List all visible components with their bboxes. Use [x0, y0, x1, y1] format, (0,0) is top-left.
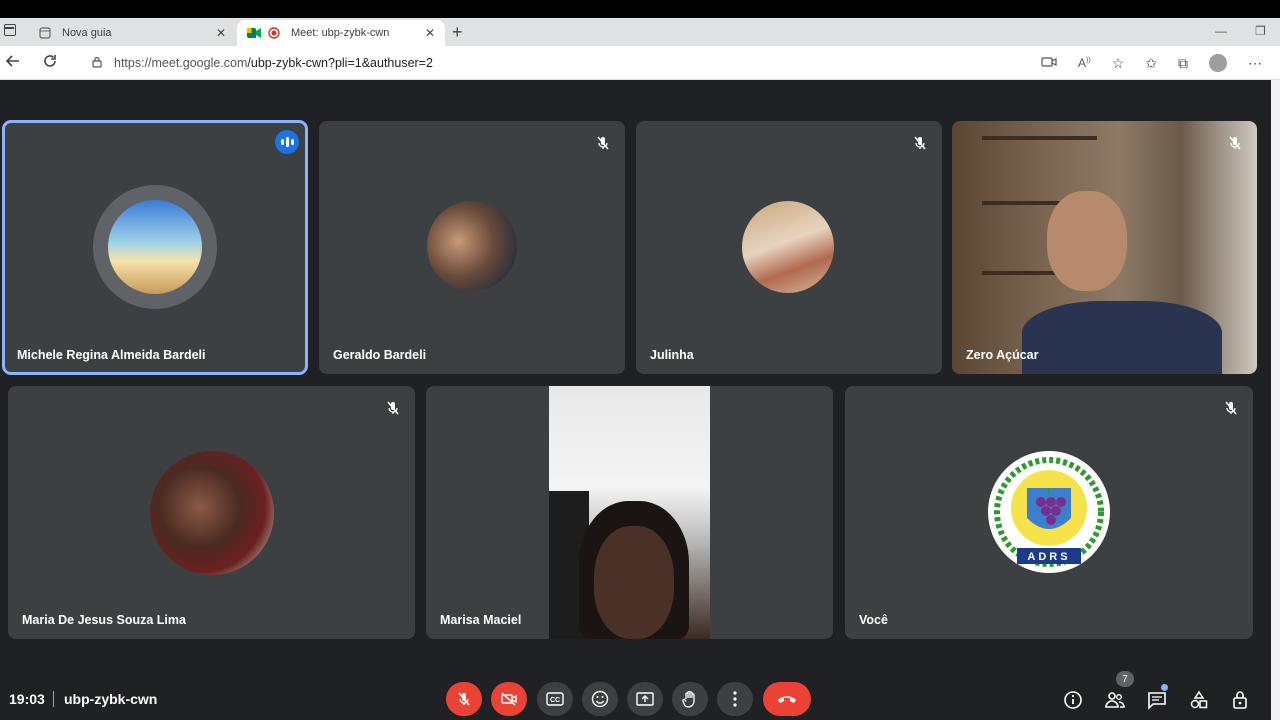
- svg-text:CC: CC: [550, 697, 560, 704]
- hand-icon: [682, 690, 695, 708]
- avatar: [150, 451, 274, 575]
- participant-name: Michele Regina Almeida Bardeli: [17, 348, 206, 362]
- participants-button[interactable]: [1104, 689, 1126, 711]
- activities-button[interactable]: [1188, 689, 1210, 711]
- minimize-icon[interactable]: —: [1215, 24, 1227, 38]
- speaking-indicator-icon: [275, 130, 299, 154]
- participant-tile[interactable]: Maria De Jesus Souza Lima: [8, 386, 415, 639]
- person-video: [1047, 191, 1127, 291]
- meet-logo-icon: [247, 26, 261, 40]
- participant-video-tile[interactable]: Marisa Maciel: [426, 386, 833, 639]
- participant-tile[interactable]: Julinha: [636, 121, 942, 374]
- present-screen-button[interactable]: [627, 682, 663, 716]
- reload-icon[interactable]: [43, 54, 57, 73]
- more-vert-icon: [733, 691, 737, 707]
- lock-icon: [92, 56, 102, 71]
- mic-off-icon: [458, 692, 470, 706]
- participant-tile[interactable]: Geraldo Bardeli: [319, 121, 625, 374]
- chat-notification-dot: [1161, 684, 1168, 691]
- tab-label: Nova guia: [62, 27, 112, 39]
- avatar: [108, 200, 202, 294]
- favorite-add-icon[interactable]: ☆: [1112, 55, 1125, 72]
- address-bar: https://meet.google.com/ubp-zybk-cwn?pli…: [0, 46, 1280, 80]
- more-menu-icon[interactable]: ⋯: [1248, 55, 1262, 72]
- url-field[interactable]: https://meet.google.com/ubp-zybk-cwn?pli…: [76, 51, 1016, 75]
- adrs-logo-avatar: ADRS: [988, 451, 1110, 573]
- avatar-ring: [93, 185, 217, 309]
- captions-icon: CC: [546, 692, 564, 706]
- close-tab-icon[interactable]: ✕: [216, 26, 226, 40]
- meeting-time: 19:03: [9, 691, 45, 707]
- chat-icon: [1148, 692, 1166, 710]
- emoji-icon: [591, 690, 609, 708]
- url-host: https://meet.google.com: [114, 56, 248, 70]
- mic-off-icon: [387, 401, 399, 415]
- svg-text:ADRS: ADRS: [1027, 551, 1070, 563]
- toolbar-icons: A)) ☆ ✩ ⧉ ⋯: [1041, 54, 1262, 72]
- more-options-button[interactable]: [717, 682, 753, 716]
- participant-tile[interactable]: Michele Regina Almeida Bardeli: [2, 120, 308, 375]
- meeting-code: ubp-zybk-cwn: [64, 691, 158, 707]
- tab-label: Meet: ubp-zybk-cwn: [291, 27, 390, 39]
- favorites-icon[interactable]: ✩: [1145, 55, 1157, 72]
- back-icon[interactable]: [5, 54, 20, 73]
- shapes-icon: [1190, 690, 1208, 709]
- toggle-mic-button[interactable]: [446, 682, 482, 716]
- screen-top-bar: [0, 0, 1280, 18]
- camera-permission-icon[interactable]: [1041, 55, 1057, 71]
- restore-icon[interactable]: ❐: [1255, 24, 1266, 38]
- lock-person-icon: [1233, 691, 1247, 709]
- chat-button[interactable]: [1146, 689, 1168, 711]
- divider: [53, 691, 54, 707]
- profile-avatar[interactable]: [1209, 54, 1227, 72]
- meeting-controls-bar: 19:03 ubp-zybk-cwn CC: [0, 672, 1280, 720]
- collections-icon[interactable]: ⧉: [1178, 55, 1188, 72]
- read-aloud-icon[interactable]: A)): [1078, 56, 1091, 70]
- participant-name: Geraldo Bardeli: [333, 348, 427, 362]
- raise-hand-button[interactable]: [672, 682, 708, 716]
- meeting-details-button[interactable]: [1062, 689, 1084, 711]
- avatar: [427, 201, 517, 291]
- captions-button[interactable]: CC: [537, 682, 573, 716]
- participant-count-badge: 7: [1116, 671, 1134, 687]
- camera-off-icon: [501, 692, 517, 706]
- new-tab-icon[interactable]: +: [452, 22, 463, 43]
- participant-tile[interactable]: ADRS Você: [845, 386, 1253, 639]
- mic-off-icon: [597, 136, 609, 150]
- participant-name: Julinha: [650, 348, 694, 362]
- tab-strip: Nova guia ✕ Meet: ubp-zybk-cwn ✕ + — ❐: [0, 18, 1280, 46]
- participant-name: Maria De Jesus Souza Lima: [22, 613, 186, 627]
- participant-video-tile[interactable]: Zero Açúcar: [952, 121, 1257, 374]
- recording-icon: [267, 26, 281, 40]
- mic-off-icon: [1229, 136, 1241, 150]
- host-controls-button[interactable]: [1230, 689, 1252, 711]
- new-tab-page-icon: [38, 26, 52, 40]
- present-icon: [636, 692, 654, 706]
- reactions-button[interactable]: [582, 682, 618, 716]
- participant-name: Marisa Maciel: [440, 613, 522, 627]
- mic-off-icon: [914, 136, 926, 150]
- scrollbar[interactable]: [1271, 80, 1280, 720]
- hang-up-icon: [778, 696, 796, 703]
- participant-name: Você: [859, 613, 888, 627]
- close-tab-icon[interactable]: ✕: [425, 26, 435, 40]
- mic-off-icon: [1225, 401, 1237, 415]
- video-feed: [549, 386, 710, 639]
- url-path: /ubp-zybk-cwn?pli=1&authuser=2: [247, 56, 433, 70]
- people-icon: [1105, 692, 1125, 708]
- leave-call-button[interactable]: [763, 682, 811, 716]
- toggle-camera-button[interactable]: [491, 682, 527, 716]
- tab-meet[interactable]: Meet: ubp-zybk-cwn ✕: [237, 20, 445, 46]
- tab-nova-guia[interactable]: Nova guia ✕: [28, 20, 236, 46]
- tab-actions-icon[interactable]: [4, 24, 16, 36]
- participant-name: Zero Açúcar: [966, 348, 1039, 362]
- avatar: [742, 201, 834, 293]
- info-icon: [1064, 691, 1082, 709]
